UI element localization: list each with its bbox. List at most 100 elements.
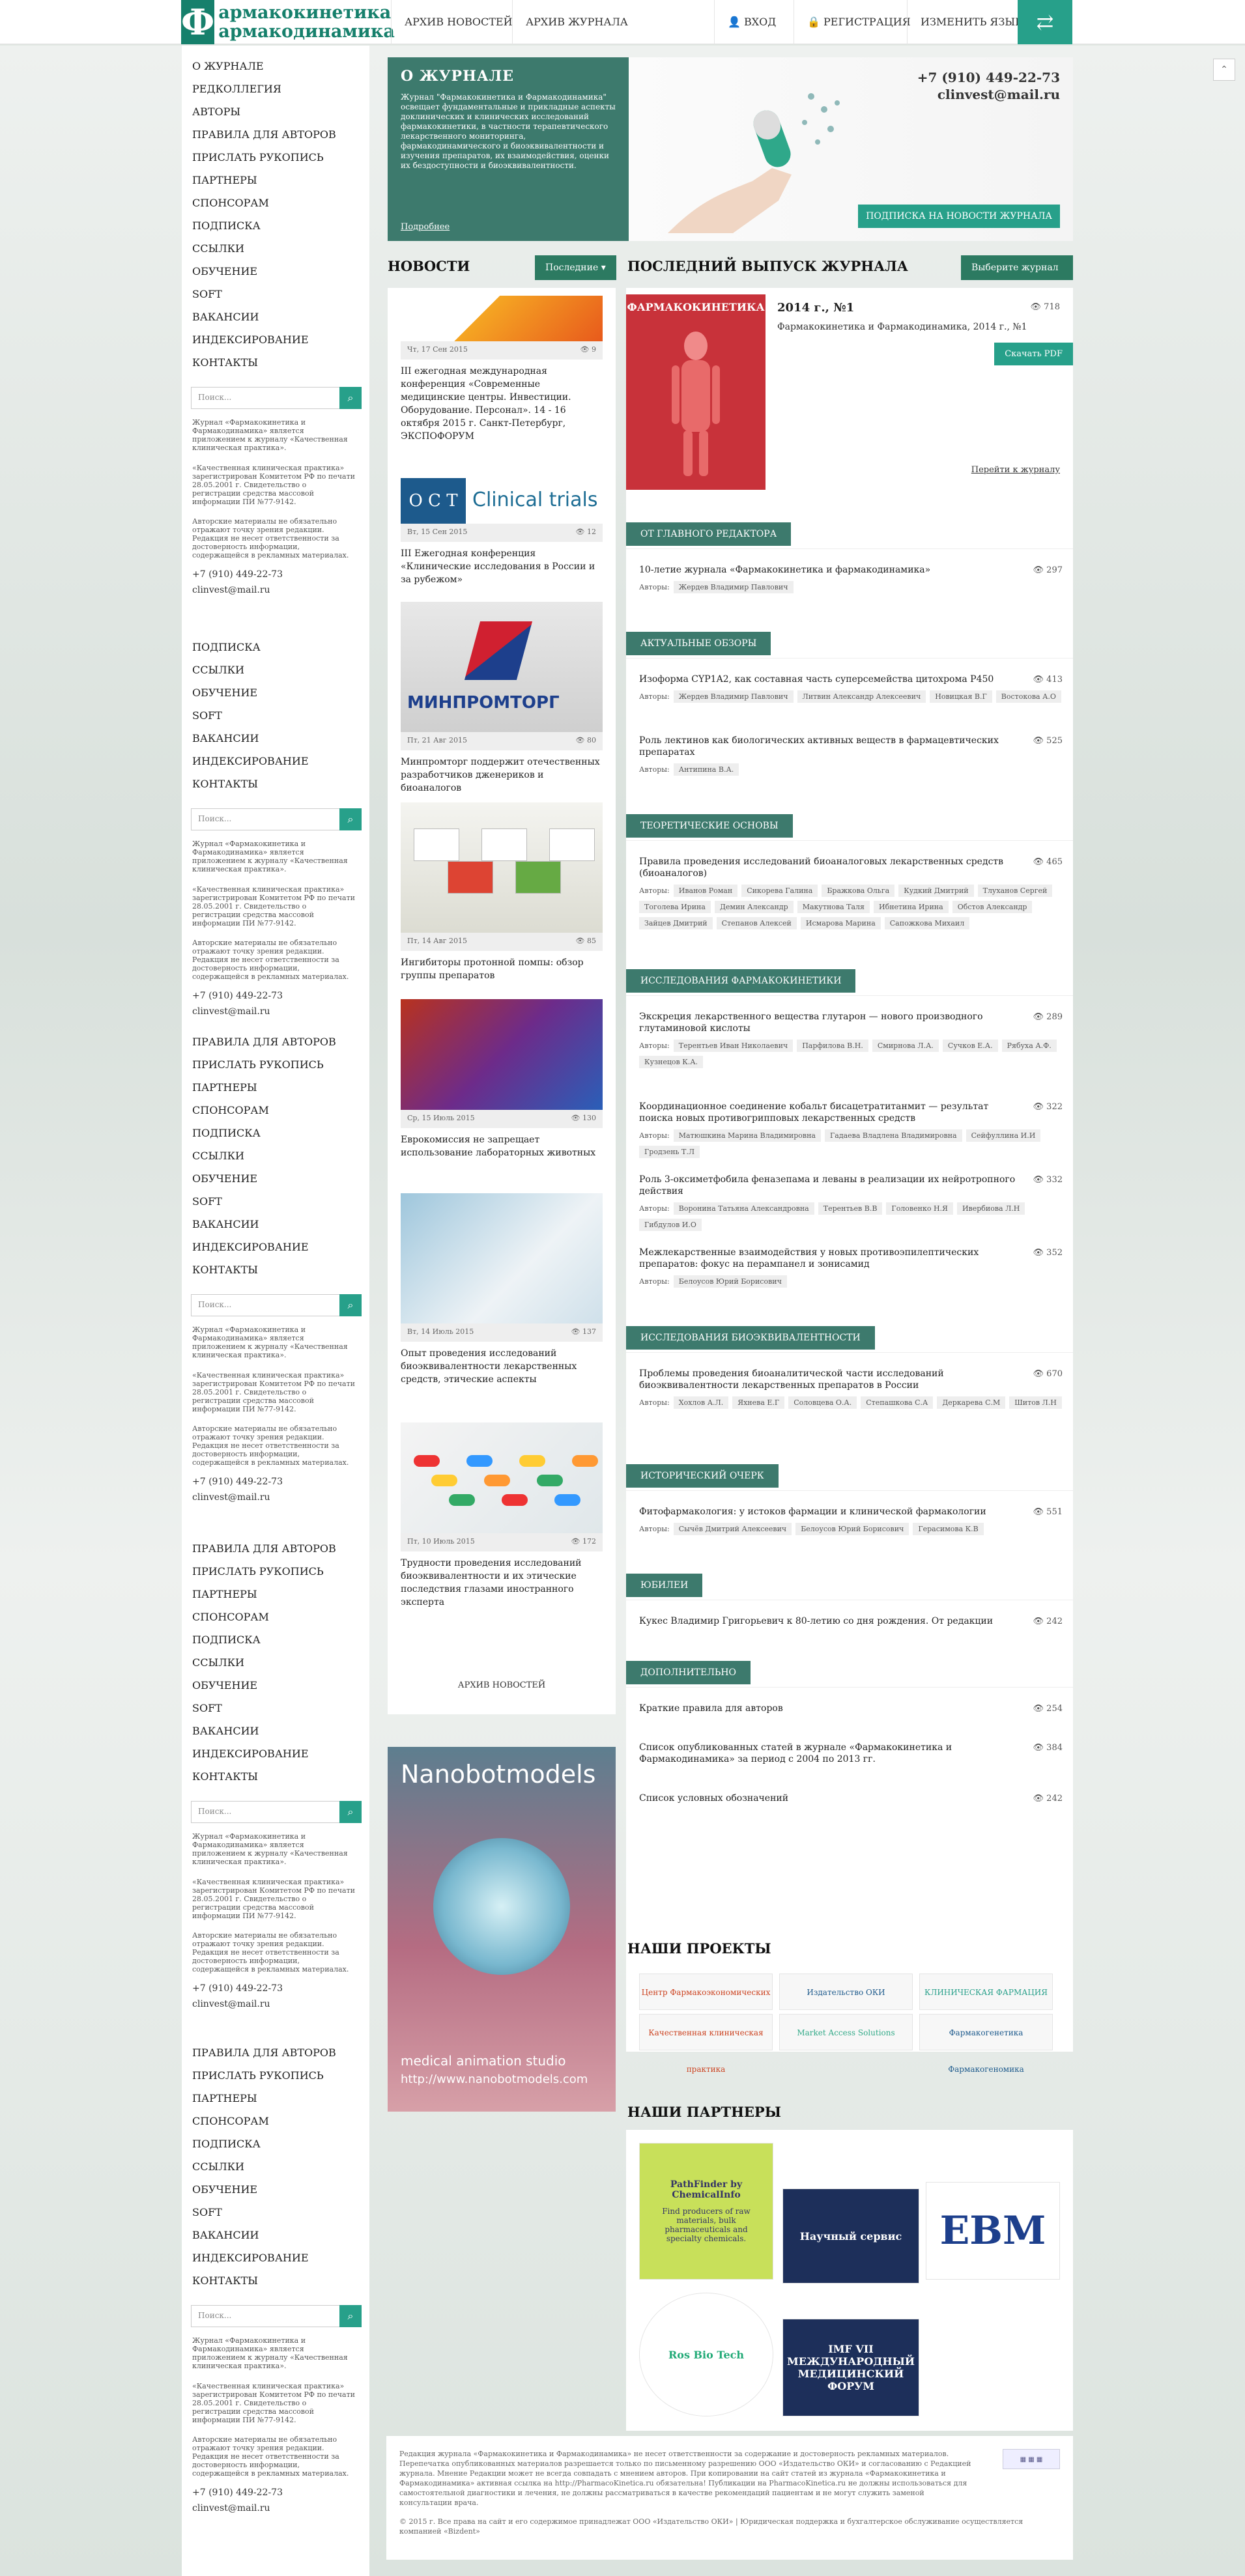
news-archive-button[interactable]: АРХИВ НОВОСТЕЙ [388, 1680, 616, 1690]
site-logo[interactable]: Ф армакокинетика армакодинамика [181, 0, 395, 44]
author-chip[interactable]: Сапожкова Михаил [884, 917, 970, 929]
author-chip[interactable]: Смирнова Л.А. [872, 1040, 939, 1052]
article-item[interactable]: Краткие правила для авторов 👁 254 [639, 1703, 1063, 1714]
sidebar-menu-item[interactable]: ВАКАНСИИ [182, 305, 369, 328]
news-item[interactable]: O C T Clinical trials Вт, 15 Сен 2015 👁 12 I… [401, 478, 603, 586]
article-title[interactable]: Экскреция лекарственного вещества глутар… [639, 1011, 1023, 1034]
sidebar-email[interactable]: clinvest@mail.ru [192, 1490, 283, 1505]
section-tag[interactable]: ИССЛЕДОВАНИЯ БИОЭКВИВАЛЕНТНОСТИ [626, 1326, 875, 1350]
project-logo[interactable]: Издательство ОКИ [779, 1974, 913, 2010]
author-chip[interactable]: Сикорева Галина [741, 885, 818, 897]
author-chip[interactable]: Сейфуллина И.И [966, 1129, 1041, 1142]
partner-logo[interactable]: Научный сервис [782, 2188, 919, 2284]
sidebar-menu-item[interactable]: ПАРТНЕРЫ [182, 1583, 369, 1606]
goto-journal-link[interactable]: Перейти к журналу [971, 465, 1060, 475]
section-tag[interactable]: АКТУАЛЬНЫЕ ОБЗОРЫ [626, 632, 771, 655]
article-title[interactable]: Фитофармакология: у истоков фармации и к… [639, 1506, 1023, 1518]
author-chip[interactable]: Ивербиова Л.Н [956, 1202, 1025, 1215]
article-title[interactable]: Правила проведения исследований биоанало… [639, 856, 1023, 879]
sidebar-menu-item[interactable]: ВАКАНСИИ [182, 727, 369, 750]
sidebar-menu-item[interactable]: ПАРТНЕРЫ [182, 2087, 369, 2110]
news-title[interactable]: Ингибиторы протонной помпы: обзор группы… [401, 956, 603, 982]
author-chip[interactable]: Исмарова Марина [800, 917, 881, 929]
author-chip[interactable]: Сучков Е.А. [942, 1040, 998, 1052]
sidebar-search-input[interactable]: Поиск... ⌕ [191, 387, 362, 409]
sidebar-menu-item[interactable]: ССЫЛКИ [182, 1144, 369, 1167]
sidebar-menu-item[interactable]: ПРАВИЛА ДЛЯ АВТОРОВ [182, 1537, 369, 1560]
issue-cover[interactable]: ФАРМАКОКИНЕТИКА [626, 294, 766, 490]
scroll-to-top-button[interactable]: ⌃ [1213, 59, 1235, 81]
news-image[interactable] [401, 802, 603, 933]
download-pdf-button[interactable]: Скачать PDF [994, 343, 1073, 365]
sidebar-menu-item[interactable]: ПРИСЛАТЬ РУКОПИСЬ [182, 146, 369, 169]
sidebar-menu-item[interactable]: ИНДЕКСИРОВАНИЕ [182, 2246, 369, 2269]
sidebar-menu-item[interactable]: О ЖУРНАЛЕ [182, 55, 369, 78]
author-chip[interactable]: Деркарева С.М [937, 1396, 1006, 1409]
author-chip[interactable]: Демин Александр [714, 901, 794, 913]
sidebar-menu-item[interactable]: ПОДПИСКА [182, 1628, 369, 1651]
article-item[interactable]: Изоформа CYP1A2, как составная часть суп… [639, 673, 1063, 703]
sidebar-menu-item[interactable]: СПОНСОРАМ [182, 2110, 369, 2132]
search-icon[interactable]: ⌕ [339, 808, 362, 830]
sidebar-menu-item[interactable]: КОНТАКТЫ [182, 1258, 369, 1281]
article-title[interactable]: Координационное соединение кобальт бисац… [639, 1101, 1023, 1124]
sidebar-menu-item[interactable]: ИНДЕКСИРОВАНИЕ [182, 328, 369, 351]
nav-archive-journal[interactable]: АРХИВ ЖУРНАЛА [512, 0, 641, 44]
about-email[interactable]: clinvest@mail.ru [917, 86, 1060, 103]
author-chip[interactable]: Гродзень Т.Л [639, 1146, 700, 1158]
section-tag[interactable]: ОТ ГЛАВНОГО РЕДАКТОРА [626, 522, 792, 546]
article-item[interactable]: 10-летие журнала «Фармакокинетика и фарм… [639, 564, 1063, 593]
sidebar-menu-item[interactable]: РЕДКОЛЛЕГИЯ [182, 78, 369, 100]
author-chip[interactable]: Зайцев Дмитрий [639, 917, 713, 929]
sidebar-menu-item[interactable]: ПРИСЛАТЬ РУКОПИСЬ [182, 1560, 369, 1583]
sidebar-search-input[interactable]: Поиск... ⌕ [191, 2305, 362, 2327]
sidebar-menu-item[interactable]: SOFT [182, 2201, 369, 2224]
author-chip[interactable]: Головенко Н.Я [886, 1202, 953, 1215]
author-chip[interactable]: Терентьев В.В [818, 1202, 883, 1215]
author-chip[interactable]: Герасимова К.В [913, 1523, 984, 1535]
sidebar-email[interactable]: clinvest@mail.ru [192, 1004, 283, 1019]
article-title[interactable]: Список условных обозначений [639, 1792, 1023, 1804]
sidebar-email[interactable]: clinvest@mail.ru [192, 2500, 283, 2516]
sidebar-menu-item[interactable]: ПРИСЛАТЬ РУКОПИСЬ [182, 2064, 369, 2087]
search-icon[interactable]: ⌕ [339, 1294, 362, 1316]
sidebar-menu-item[interactable]: SOFT [182, 1190, 369, 1213]
news-image[interactable] [401, 1193, 603, 1323]
sidebar-menu-item[interactable]: ОБУЧЕНИЕ [182, 260, 369, 283]
sidebar-menu-item[interactable]: КОНТАКТЫ [182, 2269, 369, 2292]
news-title[interactable]: III Ежегодная конференция «Клинические и… [401, 547, 603, 586]
sidebar-menu-item[interactable]: КОНТАКТЫ [182, 772, 369, 795]
news-item[interactable]: Ср, 15 Июль 2015 👁 130 Еврокомиссия не зап… [401, 999, 603, 1159]
news-filter-dropdown[interactable]: Последние ▾ [535, 255, 616, 280]
author-chip[interactable]: Бражкова Ольга [822, 885, 895, 897]
author-chip[interactable]: Кудкий Дмитрий [898, 885, 974, 897]
news-title[interactable]: Опыт проведения исследований биоэквивале… [401, 1347, 603, 1386]
sidebar-menu-item[interactable]: ССЫЛКИ [182, 1651, 369, 1674]
author-chip[interactable]: Востокова А.О [995, 690, 1061, 703]
article-title[interactable]: Проблемы проведения биоаналитической час… [639, 1368, 1023, 1391]
sidebar-menu-item[interactable]: ПОДПИСКА [182, 2132, 369, 2155]
partner-logo[interactable]: PathFinder by ChemicalInfo Find producers… [639, 2143, 773, 2280]
sidebar-menu-item[interactable]: СПОНСОРАМ [182, 191, 369, 214]
author-chip[interactable]: Соловцева О.А. [788, 1396, 857, 1409]
nav-register[interactable]: 🔒 РЕГИСТРАЦИЯ [794, 0, 924, 44]
article-title[interactable]: Межлекарственные взаимодействия у новых … [639, 1247, 1023, 1270]
author-chip[interactable]: Гадаева Владлена Владимировна [825, 1129, 962, 1142]
sidebar-menu-item[interactable]: ПРАВИЛА ДЛЯ АВТОРОВ [182, 2041, 369, 2064]
news-title[interactable]: Трудности проведения исследований биоэкв… [401, 1557, 603, 1609]
news-item[interactable]: Чт, 17 Сен 2015 👁 9 III ежегодная междунар… [401, 296, 603, 443]
article-item[interactable]: Роль 3-оксиметфобила феназепама и леваны… [639, 1174, 1063, 1231]
article-item[interactable]: Кукес Владимир Григорьевич к 80-летию со… [639, 1615, 1063, 1627]
news-item[interactable]: МИНПРОМТОРГ Пт, 21 Авг 2015 👁 80 Минпромтор… [401, 602, 603, 795]
author-chip[interactable]: Парфилова В.Н. [797, 1040, 868, 1052]
sidebar-menu-item[interactable]: ВАКАНСИИ [182, 2224, 369, 2246]
author-chip[interactable]: Яхнева Е.Г [732, 1396, 785, 1409]
author-chip[interactable]: Степанов Алексей [716, 917, 797, 929]
section-tag[interactable]: ДОПОЛНИТЕЛЬНО [626, 1661, 751, 1684]
partner-logo[interactable]: IMF VII МЕЖДУНАРОДНЫЙ МЕДИЦИНСКИЙ ФОРУМ [782, 2319, 919, 2416]
sidebar-menu-item[interactable]: ССЫЛКИ [182, 658, 369, 681]
news-title[interactable]: Минпромторг поддержит отечественных разр… [401, 756, 603, 795]
article-title[interactable]: Роль лектинов как биологических активных… [639, 735, 1023, 758]
sidebar-menu-item[interactable]: ССЫЛКИ [182, 2155, 369, 2178]
news-image[interactable] [401, 296, 603, 341]
